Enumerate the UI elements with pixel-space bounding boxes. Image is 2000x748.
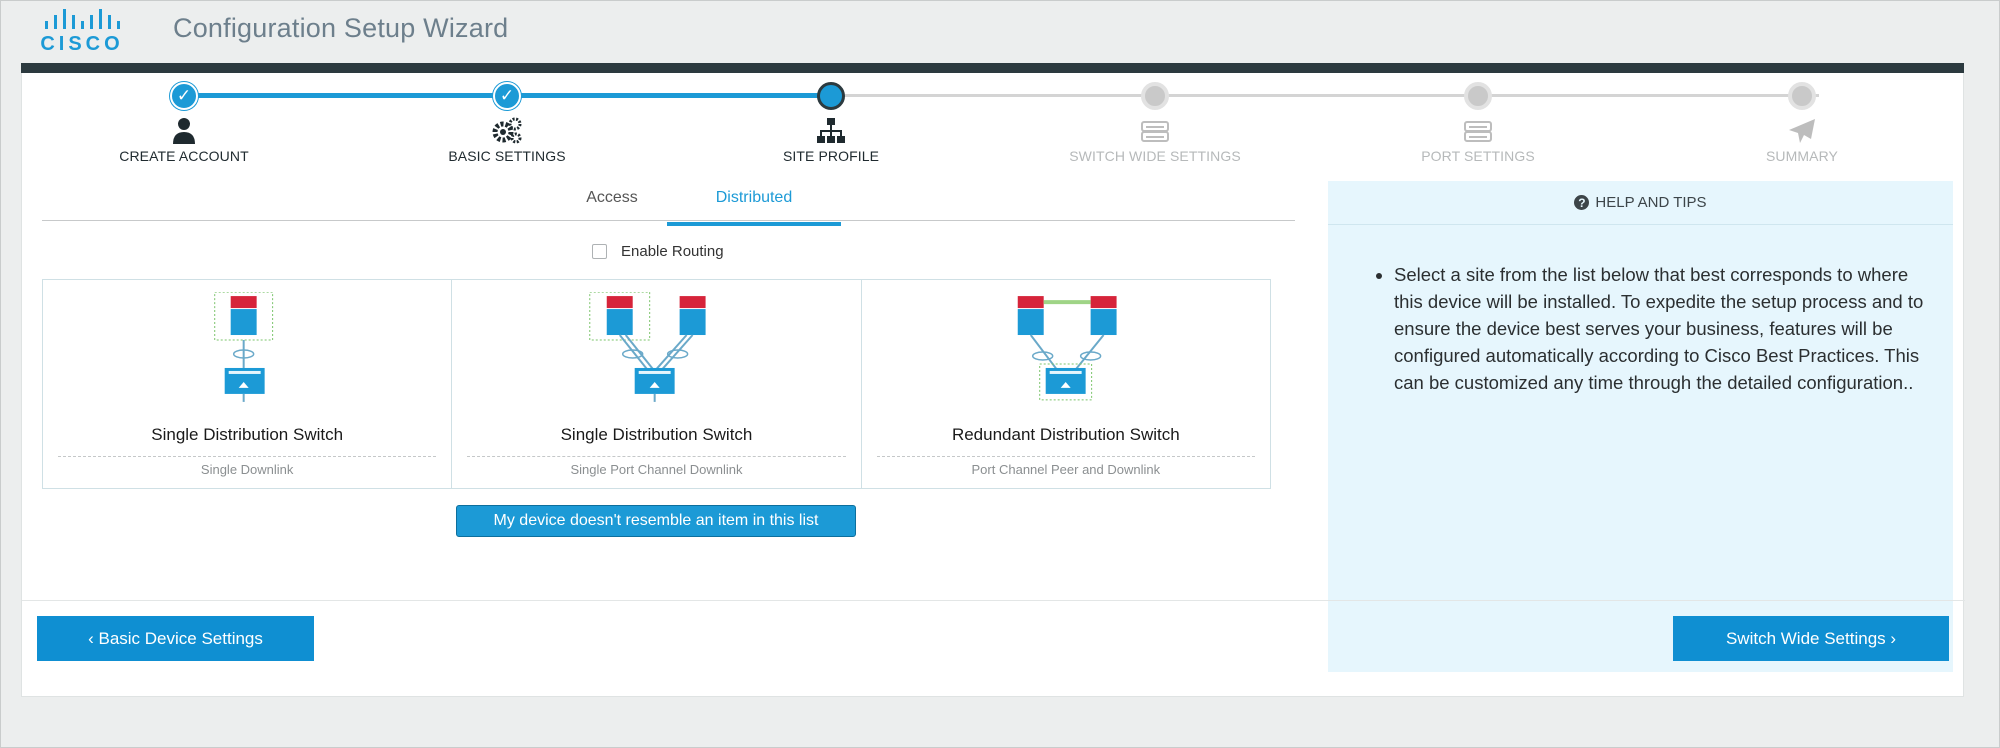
pending-step-indicator bbox=[1788, 82, 1816, 110]
option-single-port-channel[interactable]: Single Distribution Switch Single Port C… bbox=[452, 280, 862, 488]
help-panel: ? HELP AND TIPS Select a site from the l… bbox=[1328, 181, 1953, 672]
next-button[interactable]: Switch Wide Settings › bbox=[1673, 616, 1949, 661]
topology-redundant-icon bbox=[1017, 296, 1117, 401]
option-subtitle: Port Channel Peer and Downlink bbox=[971, 462, 1161, 477]
topology-single-downlink-icon bbox=[214, 292, 274, 402]
paper-plane-icon bbox=[1789, 119, 1815, 143]
cisco-logo: CISCO bbox=[41, 9, 124, 55]
option-redundant-distribution[interactable]: Redundant Distribution Switch Port Chann… bbox=[862, 280, 1270, 488]
tab-access[interactable]: Access bbox=[542, 189, 682, 223]
step-label: PORT SETTINGS bbox=[1421, 148, 1535, 164]
step-label: SUMMARY bbox=[1765, 148, 1838, 164]
enable-routing-checkbox[interactable] bbox=[592, 244, 607, 259]
help-title: HELP AND TIPS bbox=[1595, 194, 1707, 211]
site-profile-tabs: Access Distributed bbox=[42, 73, 1295, 226]
option-divider bbox=[876, 456, 1255, 457]
svg-text:CISCO: CISCO bbox=[41, 33, 124, 55]
question-circle-icon: ? bbox=[1574, 195, 1590, 210]
help-header: ? HELP AND TIPS bbox=[1328, 181, 1953, 225]
switch-icon bbox=[1464, 121, 1492, 142]
option-divider bbox=[467, 456, 846, 457]
enable-routing-row: Enable Routing bbox=[592, 243, 724, 260]
option-subtitle: Single Port Channel Downlink bbox=[570, 462, 743, 477]
option-subtitle: Single Downlink bbox=[200, 462, 294, 477]
wizard-card: ✓ CREATE ACCOUNT ✓ BASIC SETTINGS SITE P… bbox=[21, 73, 1965, 697]
help-tip: Select a site from the list below that b… bbox=[1394, 261, 1932, 396]
app-window: CISCO Configuration Setup Wizard ✓ CREAT… bbox=[0, 0, 2000, 748]
option-title: Single Distribution Switch bbox=[151, 425, 344, 444]
footer-divider bbox=[22, 600, 1965, 601]
tabs-underline bbox=[42, 220, 1295, 221]
prev-button[interactable]: ‹ Basic Device Settings bbox=[37, 616, 314, 661]
topology-port-channel-icon bbox=[589, 292, 706, 402]
help-tips-list: Select a site from the list below that b… bbox=[1372, 261, 1932, 396]
option-divider bbox=[58, 456, 437, 457]
site-profile-options: Single Distribution Switch Single Downli… bbox=[42, 279, 1271, 489]
step-summary[interactable]: SUMMARY bbox=[1692, 82, 1912, 164]
option-title: Single Distribution Switch bbox=[560, 425, 753, 444]
step-port-settings[interactable]: PORT SETTINGS bbox=[1368, 82, 1588, 164]
option-title: Redundant Distribution Switch bbox=[951, 425, 1180, 444]
no-match-button[interactable]: My device doesn't resemble an item in th… bbox=[456, 505, 856, 537]
enable-routing-label: Enable Routing bbox=[621, 243, 724, 260]
pending-step-indicator bbox=[1464, 82, 1492, 110]
header: CISCO Configuration Setup Wizard bbox=[21, 1, 1964, 63]
header-bar bbox=[21, 63, 1964, 73]
option-single-downlink[interactable]: Single Distribution Switch Single Downli… bbox=[43, 280, 453, 488]
app-title: Configuration Setup Wizard bbox=[173, 13, 509, 43]
